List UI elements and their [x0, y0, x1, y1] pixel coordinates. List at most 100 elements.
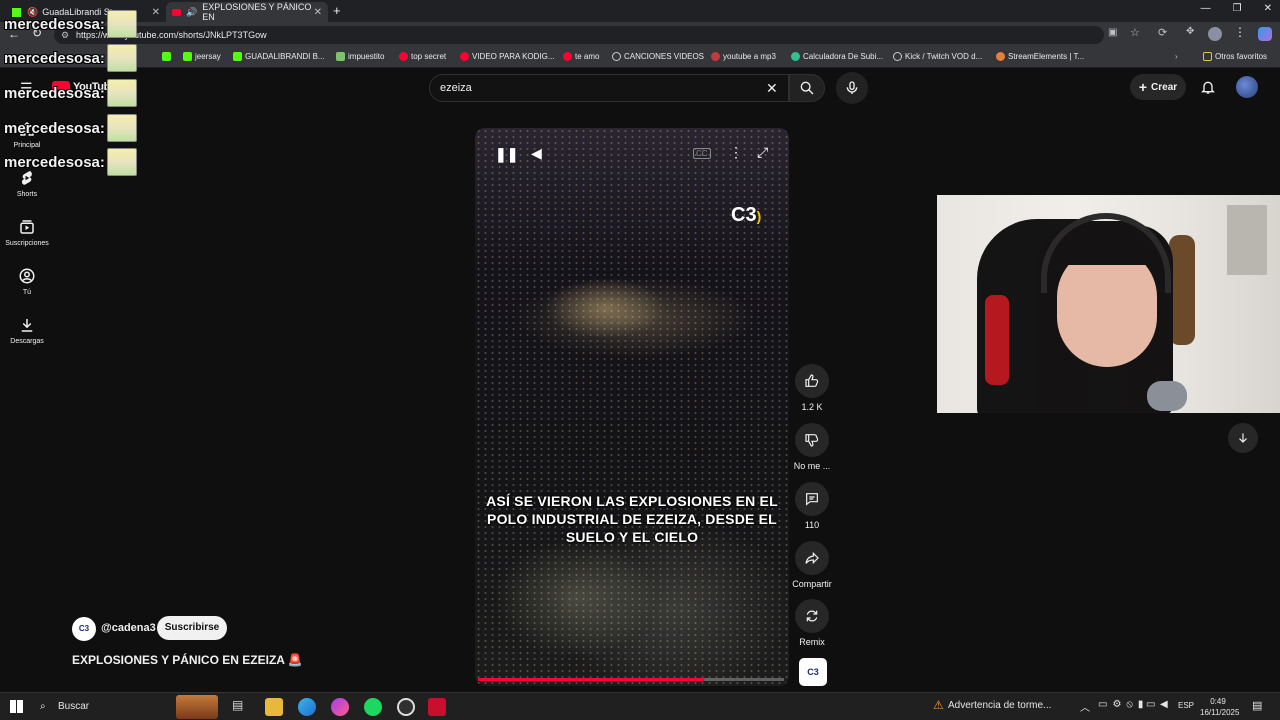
tab-youtube-short[interactable]: 🔊 EXPLOSIONES Y PÁNICO EN ✕: [166, 2, 328, 22]
volume-tray-icon[interactable]: ◀: [1160, 699, 1168, 710]
channel-avatar[interactable]: C3: [72, 617, 96, 641]
new-tab-icon[interactable]: +: [333, 3, 341, 18]
messenger-icon[interactable]: [331, 698, 349, 716]
voice-search-button[interactable]: [836, 72, 868, 104]
bookmark-star-icon[interactable]: ☆: [1130, 26, 1140, 39]
share-label: Compartir: [792, 579, 832, 589]
create-button[interactable]: + Crear: [1130, 74, 1186, 100]
game-app-icon[interactable]: [428, 698, 446, 716]
menu-dots-icon[interactable]: ⋮: [1234, 25, 1246, 39]
tray-app-icons[interactable]: ▭⚙⦸▮: [1098, 699, 1148, 710]
bookmark-item[interactable]: Kick / Twitch VOD d...: [893, 52, 982, 61]
search-icon: ⌕: [40, 701, 46, 712]
next-video-button[interactable]: [1228, 423, 1258, 453]
sidebar-item-subscriptions[interactable]: Suscripciones: [0, 218, 54, 247]
thumbs-down-icon: [805, 434, 819, 447]
bookmark-item[interactable]: impuestito: [336, 52, 384, 61]
tab-title: EXPLOSIONES Y PÁNICO EN: [202, 2, 312, 22]
restore-icon[interactable]: ❐: [1233, 3, 1242, 14]
network-icon[interactable]: ▭: [1146, 699, 1155, 710]
more-options-icon[interactable]: ⋮: [729, 144, 743, 161]
notifications-bell-icon[interactable]: [1200, 78, 1216, 96]
remix-button[interactable]: Remix: [789, 599, 835, 647]
bookmark-item[interactable]: te amo: [563, 52, 599, 61]
system-clock[interactable]: 0:49 16/11/2025: [1200, 696, 1239, 718]
sidebar-item-you[interactable]: Tú: [0, 267, 54, 296]
bookmark-item[interactable]: youtube a mp3: [711, 52, 776, 61]
profile-icon[interactable]: [1208, 27, 1222, 41]
arrow-down-icon: [1239, 433, 1247, 443]
obs-icon[interactable]: [397, 698, 415, 716]
share-button[interactable]: Compartir: [789, 541, 835, 589]
edge-icon[interactable]: [298, 698, 316, 716]
search-input[interactable]: ezeiza: [429, 74, 789, 102]
taskbar-widget-image[interactable]: [176, 695, 218, 719]
language-indicator[interactable]: ESP: [1178, 701, 1194, 710]
fullscreen-icon[interactable]: ⤢: [757, 144, 768, 161]
video-title: EXPLOSIONES Y PÁNICO EN EZEIZA 🚨: [72, 653, 303, 667]
file-explorer-icon[interactable]: [265, 698, 283, 716]
dislike-button[interactable]: No me ...: [789, 423, 835, 471]
search-button[interactable]: [789, 74, 825, 102]
user-avatar[interactable]: [1236, 76, 1258, 98]
other-bookmarks[interactable]: Otros favoritos: [1203, 52, 1267, 61]
clear-search-icon[interactable]: ✕: [766, 80, 778, 97]
bookmark-item[interactable]: top secret: [399, 52, 446, 61]
youtube-page: ☰ YouTube ezeiza ✕ + Crear Principal Sho…: [0, 68, 1280, 692]
copilot-icon[interactable]: [1258, 27, 1272, 41]
chat-username: mercedesosa:: [4, 153, 105, 171]
bookmark-item[interactable]: StreamElements | T...: [996, 52, 1084, 61]
like-count: 1.2 K: [801, 402, 823, 412]
close-tab-icon[interactable]: ✕: [152, 7, 160, 18]
shorts-video-player[interactable]: ❚❚ ◀ CC ⋮ ⤢ C3) ASÍ SE VIERON LAS EXPLOS…: [475, 128, 789, 686]
bookmark-item[interactable]: jeersay: [183, 52, 221, 61]
pause-icon[interactable]: ❚❚: [495, 146, 518, 163]
video-progress-bar[interactable]: [478, 678, 784, 681]
audio-source-thumbnail[interactable]: C3: [799, 658, 827, 686]
chat-username: mercedesosa:: [4, 119, 105, 137]
task-view-icon[interactable]: ▤: [232, 698, 250, 716]
extensions-icon[interactable]: ⟳: [1158, 26, 1167, 39]
bookmarks-more-icon[interactable]: ›: [1175, 52, 1178, 61]
window-controls: — ❐ ✕: [1201, 3, 1272, 14]
speaker-icon[interactable]: 🔊: [186, 7, 197, 18]
comments-button[interactable]: 110: [789, 482, 835, 530]
chat-emote: [106, 10, 137, 38]
bookmark-item[interactable]: GUADALIBRANDI B...: [233, 52, 325, 61]
close-window-icon[interactable]: ✕: [1264, 3, 1272, 14]
bookmark-item[interactable]: CANCIONES VIDEOS: [612, 52, 704, 61]
bookmark-item[interactable]: VIDEO PARA KODIG...: [460, 52, 555, 61]
bookmarks-bar: jeersay GUADALIBRANDI B... impuestito to…: [0, 48, 1280, 68]
chat-message: mercedesosa:: [4, 43, 137, 73]
minimize-icon[interactable]: —: [1201, 3, 1211, 14]
subscriptions-icon: [20, 220, 34, 234]
windows-start-icon[interactable]: [10, 700, 23, 713]
chat-message: mercedesosa:: [4, 147, 137, 177]
notifications-icon[interactable]: ▤: [1252, 699, 1262, 712]
taskbar-search[interactable]: ⌕ Buscar: [34, 696, 174, 718]
sidebar-item-downloads[interactable]: Descargas: [0, 316, 54, 345]
youtube-favicon-icon: [172, 8, 181, 16]
channel-handle[interactable]: @cadena3: [101, 622, 156, 634]
video-progress-fill: [478, 678, 705, 681]
weather-alert[interactable]: Advertencia de torme...: [948, 700, 1051, 711]
streamer-webcam: [937, 195, 1280, 413]
bookmark-kick-icon[interactable]: [162, 52, 171, 61]
share-icon: [805, 551, 819, 565]
watermark-wave-icon: ): [756, 208, 762, 224]
spotify-icon[interactable]: [364, 698, 382, 716]
tray-chevron-icon[interactable]: ︿: [1080, 699, 1090, 714]
url-input[interactable]: ⚙ https://www.youtube.com/shorts/JNkLPT3…: [54, 26, 1104, 44]
warning-icon: ⚠: [933, 698, 944, 712]
like-button[interactable]: 1.2 K: [789, 364, 835, 412]
bookmark-item[interactable]: Calculadora De Subi...: [791, 52, 883, 61]
search-icon: [800, 81, 814, 95]
subscribe-button[interactable]: Suscribirse: [157, 616, 227, 640]
plus-icon: +: [1138, 79, 1148, 95]
closed-captions-icon[interactable]: CC: [693, 148, 711, 159]
volume-icon[interactable]: ◀: [531, 145, 542, 162]
install-app-icon[interactable]: ▣: [1108, 27, 1117, 38]
extension-puzzle-icon[interactable]: ✥: [1186, 26, 1194, 37]
close-tab-icon[interactable]: ✕: [314, 7, 322, 18]
chat-message: mercedesosa:: [4, 113, 137, 143]
